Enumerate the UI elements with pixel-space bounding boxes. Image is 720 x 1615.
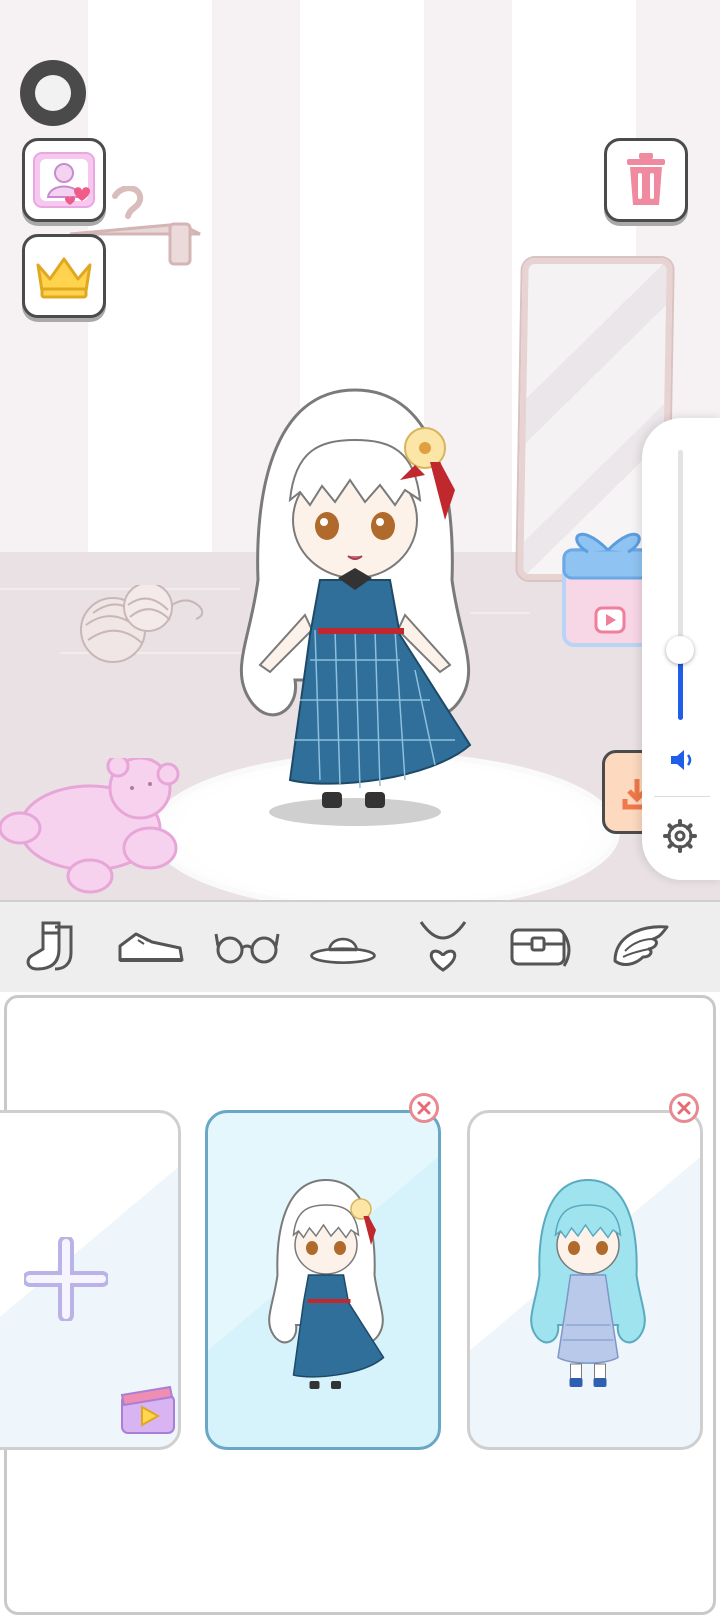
yarn-balls (80, 585, 204, 663)
delete-slot-1-button[interactable] (409, 1093, 439, 1123)
volume-panel (642, 418, 720, 880)
bag-icon (510, 928, 571, 967)
character-slot-2[interactable] (467, 1110, 703, 1450)
doll-character[interactable] (200, 380, 510, 840)
wings-icon (613, 925, 669, 966)
volume-knob[interactable] (666, 635, 694, 664)
close-icon (677, 1101, 691, 1115)
delete-slot-2-button[interactable] (669, 1093, 699, 1123)
record-icon (35, 75, 71, 111)
character-slot-panel (0, 995, 716, 1615)
character-thumbnail (530, 1178, 646, 1387)
speaker-icon[interactable] (668, 746, 696, 774)
close-icon (417, 1101, 431, 1115)
category-bag[interactable] (506, 914, 576, 978)
trash-button[interactable] (604, 138, 688, 222)
plus-icon (24, 1237, 108, 1321)
socks-icon (26, 921, 73, 971)
crown-icon (36, 257, 92, 299)
category-glasses[interactable] (212, 914, 282, 978)
character-slot-1[interactable] (205, 1110, 441, 1450)
video-ad-icon (120, 1385, 175, 1434)
category-socks[interactable] (18, 914, 88, 978)
volume-slider[interactable] (678, 450, 683, 720)
divider (654, 796, 710, 797)
gear-icon[interactable] (662, 818, 698, 854)
character-thumbnail (268, 1178, 385, 1389)
glasses-icon (214, 933, 280, 964)
category-wings[interactable] (606, 914, 676, 978)
category-bar (0, 900, 720, 992)
gallery-button[interactable] (22, 138, 106, 222)
shoes-icon (118, 932, 184, 962)
category-necklace[interactable] (408, 914, 478, 978)
vip-button[interactable] (22, 234, 106, 318)
add-character-card[interactable] (0, 1110, 181, 1450)
necklace-icon (419, 921, 467, 972)
teddy-bear (0, 758, 180, 894)
hat-icon (310, 937, 376, 964)
gallery-heart-icon (33, 152, 95, 208)
category-hat[interactable] (308, 914, 378, 978)
trash-icon (627, 153, 665, 205)
record-button[interactable] (20, 60, 86, 126)
category-shoes[interactable] (116, 914, 186, 978)
